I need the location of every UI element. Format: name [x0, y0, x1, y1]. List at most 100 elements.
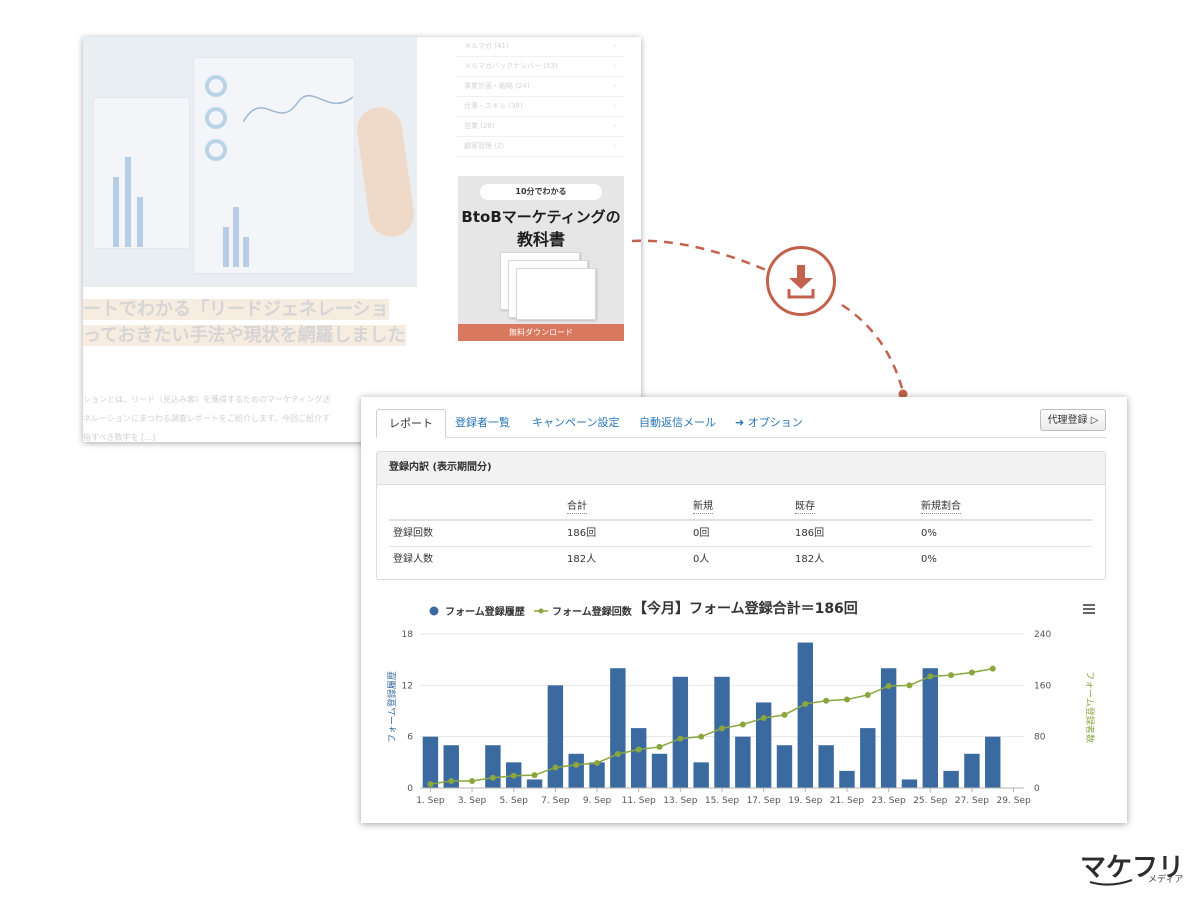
series-point[interactable]	[906, 682, 913, 689]
series-point[interactable]	[448, 777, 455, 784]
series-point[interactable]	[802, 700, 809, 707]
column-header: 新規割合	[921, 501, 961, 514]
series-point[interactable]	[843, 696, 850, 703]
bar[interactable]	[485, 745, 501, 788]
table-row: 登録人数 182人 0人 182人 0%	[389, 547, 1093, 572]
series-point[interactable]	[594, 759, 601, 766]
table-header-row: 合計 新規 既存 新規割合	[389, 494, 1093, 520]
x-tick-label: 15. Sep	[705, 796, 739, 806]
download-icon	[787, 265, 815, 299]
proxy-register-button[interactable]: 代理登録 ▷	[1040, 409, 1106, 431]
tab-campaign-settings[interactable]: キャンペーン設定	[532, 409, 619, 437]
series-point[interactable]	[823, 697, 830, 704]
bar[interactable]	[943, 770, 959, 788]
series-point[interactable]	[614, 750, 621, 757]
y-right-tick-label: 240	[1034, 630, 1051, 640]
tab-report[interactable]: レポート	[376, 409, 446, 438]
series-point[interactable]	[489, 774, 496, 781]
bar[interactable]	[735, 736, 751, 788]
series-point[interactable]	[427, 781, 434, 788]
column-header: 合計	[567, 501, 587, 514]
table-cell: 登録回数	[393, 528, 433, 539]
legend-bar-label[interactable]: フォーム登録履歴	[445, 605, 525, 618]
tab-bar: レポート 登録者一覧 キャンペーン設定 自動返信メール ➜ オプション	[376, 409, 1106, 438]
x-tick-label: 21. Sep	[830, 796, 864, 806]
y-right-axis-label: フォーム登録者数	[1084, 671, 1096, 743]
series-point[interactable]	[760, 715, 767, 722]
series-point[interactable]	[989, 665, 996, 672]
table-row: 登録回数 186回 0回 186回 0%	[389, 520, 1093, 547]
bar[interactable]	[610, 668, 626, 788]
table-cell: 186回	[567, 528, 597, 539]
bar[interactable]	[839, 770, 855, 788]
table-cell: 0%	[921, 554, 937, 565]
legend-line-dot	[538, 608, 544, 614]
bar[interactable]	[568, 753, 584, 788]
series-point[interactable]	[968, 669, 975, 676]
series-point[interactable]	[469, 777, 476, 784]
table-cell: 182人	[795, 554, 825, 565]
y-left-tick-label: 0	[407, 784, 413, 794]
bar[interactable]	[818, 745, 834, 788]
series-point[interactable]	[781, 711, 788, 718]
bar[interactable]	[651, 753, 668, 788]
series-point[interactable]	[885, 682, 892, 689]
svg-text:メディア: メディア	[1148, 873, 1183, 885]
series-point[interactable]	[719, 725, 725, 732]
breakdown-panel: 登録内訳 (表示期間分) 合計 新規 既存 新規割合 登録回数 186回 0回 …	[376, 451, 1106, 580]
chart-menu-icon[interactable]	[1083, 604, 1095, 614]
bar[interactable]	[714, 676, 730, 788]
table-cell: 0回	[693, 528, 710, 539]
bar[interactable]	[630, 728, 647, 788]
y-right-tick-label: 160	[1034, 681, 1051, 691]
registration-chart: 0 6 12 18 0 80 160 240 1. Sep 3. Sep 5. Sep 7. Sep 9…	[386, 600, 1096, 806]
bar[interactable]	[860, 728, 876, 788]
bar[interactable]	[964, 753, 980, 788]
legend-line-label[interactable]: フォーム登録回数	[552, 605, 633, 618]
series-point[interactable]	[635, 746, 642, 753]
bar[interactable]	[547, 685, 564, 788]
series-point[interactable]	[739, 721, 746, 728]
series-point[interactable]	[677, 735, 684, 742]
breakdown-title: 登録内訳 (表示期間分)	[377, 452, 1105, 485]
makefuri-media-logo: マケフリ メディア	[1080, 848, 1192, 888]
y-left-tick-label: 6	[407, 733, 413, 743]
y-left-tick-label: 18	[402, 630, 414, 640]
column-header: 既存	[795, 501, 815, 514]
bar[interactable]	[797, 642, 814, 788]
series-point[interactable]	[573, 761, 580, 768]
series-point[interactable]	[948, 672, 955, 679]
x-tick-label: 11. Sep	[622, 796, 656, 806]
bar[interactable]	[526, 779, 543, 788]
x-tick-label: 7. Sep	[541, 796, 570, 806]
series-point[interactable]	[531, 772, 538, 779]
chart-title: 【今月】フォーム登録合計＝186回	[633, 600, 858, 617]
table-cell: 登録人数	[393, 554, 433, 565]
tab-auto-reply[interactable]: 自動返信メール	[639, 409, 716, 437]
series-point[interactable]	[656, 743, 663, 750]
bar[interactable]	[693, 762, 709, 788]
y-left-tick-label: 12	[402, 681, 413, 691]
bar[interactable]	[672, 676, 689, 788]
tab-options[interactable]: ➜ オプション	[735, 409, 803, 437]
report-dashboard-screenshot: レポート 登録者一覧 キャンペーン設定 自動返信メール ➜ オプション 代理登録…	[361, 397, 1127, 823]
bar[interactable]	[776, 745, 793, 788]
bar[interactable]	[422, 736, 439, 788]
bar[interactable]	[922, 668, 938, 788]
series-point[interactable]	[552, 764, 559, 771]
series-point[interactable]	[698, 733, 705, 740]
series-point[interactable]	[864, 691, 871, 698]
bar[interactable]	[589, 762, 605, 788]
x-tick-label: 17. Sep	[747, 796, 781, 806]
series-point[interactable]	[927, 673, 934, 680]
bar[interactable]	[985, 736, 1001, 788]
tab-registrants[interactable]: 登録者一覧	[455, 409, 510, 437]
x-tick-label: 25. Sep	[913, 796, 947, 806]
series-point[interactable]	[510, 772, 517, 779]
y-left-axis-label: フォーム登録履歴	[386, 671, 398, 743]
logo-mark: マケフリ メディア	[1080, 853, 1184, 886]
bar[interactable]	[901, 779, 918, 788]
x-tick-label: 9. Sep	[583, 796, 612, 806]
x-tick-label: 1. Sep	[416, 796, 445, 806]
x-tick-label: 23. Sep	[872, 796, 906, 806]
